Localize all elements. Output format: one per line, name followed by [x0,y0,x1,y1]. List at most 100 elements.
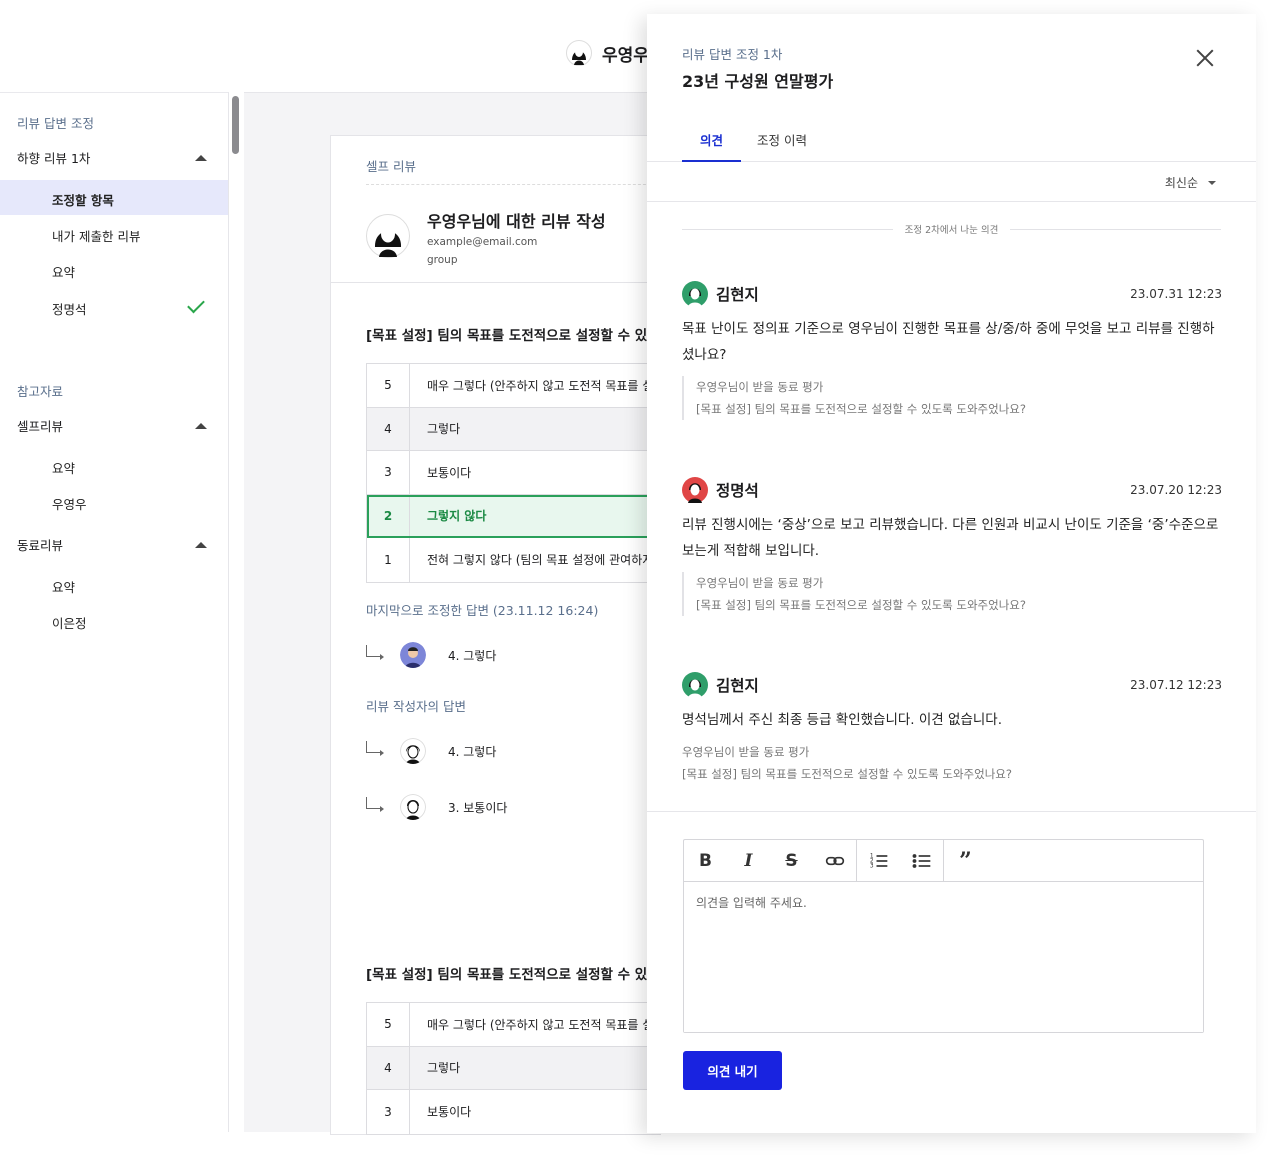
option-row[interactable]: 4 그렇다 [367,407,661,451]
option-row[interactable]: 5 매우 그렇다 (안주하지 않고 도전적 목표를 설 [367,1003,661,1047]
option-row-selected[interactable]: 2 그렇지 않다 [367,494,661,538]
top-user[interactable]: 우영우 [566,40,649,66]
close-icon[interactable] [1195,48,1215,68]
last-adjusted-answer: 4. 그렇다 [366,642,496,668]
top-user-name: 우영우 [602,45,649,66]
quote-icon[interactable]: ” [944,840,987,882]
sidebar-group-label: 하향 리뷰 1차 [17,151,91,166]
comment-author: 김현지 [716,286,759,304]
comment-quote: 우영우님이 받을 동료 평가 [목표 설정] 팀의 목표를 도전적으로 설정할 … [682,741,1222,785]
sidebar-item-person[interactable]: 정명석 [52,299,87,318]
option-row[interactable]: 1 전혀 그렇지 않다 (팀의 목표 설정에 관여하지 [367,538,661,582]
comment-editor-area: B I S 123 ” 의견을 입력해 주세요. 의견 내기 [647,811,1256,1133]
avatar [366,214,410,258]
review-title: 우영우님에 대한 리뷰 작성 [427,212,606,231]
comment-time: 23.07.31 12:23 [1130,287,1222,301]
sidebar-group-down-review[interactable]: 하향 리뷰 1차 [17,148,207,167]
sidebar-item-self-person[interactable]: 우영우 [52,494,87,513]
sidebar-item-peer-summary[interactable]: 요약 [52,577,75,596]
option-row[interactable]: 5 매우 그렇다 (안주하지 않고 도전적 목표를 설 [367,364,661,408]
reviewee-group: group [427,254,458,266]
option-text: 전혀 그렇지 않다 (팀의 목표 설정에 관여하지 [427,553,654,568]
option-number: 5 [367,1003,410,1046]
option-text: 매우 그렇다 (안주하지 않고 도전적 목표를 설 [427,1017,654,1032]
link-icon[interactable] [813,840,856,882]
chevron-up-icon [195,422,207,429]
option-number: 1 [367,538,410,582]
quote-line: [목표 설정] 팀의 목표를 도전적으로 설정할 수 있도록 도와주었나요? [682,767,1012,781]
sidebar-group-peer-review[interactable]: 동료리뷰 [17,535,207,554]
sidebar-item-summary[interactable]: 요약 [52,262,75,281]
main-content: 셀프 리뷰 우영우님에 대한 리뷰 작성 example@email.com g… [244,92,664,1135]
option-text: 매우 그렇다 (안주하지 않고 도전적 목표를 설 [427,378,654,393]
option-number: 3 [367,1090,410,1134]
submit-comment-button[interactable]: 의견 내기 [683,1051,782,1090]
question-title: [목표 설정] 팀의 목표를 도전적으로 설정할 수 있 [366,328,648,344]
divider [366,184,656,185]
caret-down-icon [1208,180,1216,185]
toolbar-group-block: ” [944,840,987,881]
avatar [400,794,426,820]
sidebar-item-adjust-target[interactable]: 조정할 항목 [52,190,114,209]
panel-title: 23년 구성원 연말평가 [682,72,834,91]
divider [1010,228,1222,230]
comment-time: 23.07.12 12:23 [1130,678,1222,692]
option-number: 4 [367,407,410,450]
quote-line: 우영우님이 받을 동료 평가 [696,576,824,590]
reply-arrow-icon [366,797,384,812]
option-text: 그렇다 [427,1061,461,1076]
reviewee-email: example@email.com [427,236,538,248]
tab-opinions[interactable]: 의견 [682,130,741,162]
strikethrough-icon[interactable]: S [770,840,813,882]
ordered-list-icon[interactable]: 123 [857,840,900,882]
bold-icon[interactable]: B [684,840,727,882]
quote-line: 우영우님이 받을 동료 평가 [682,745,810,759]
separator-text: 조정 2차에서 나눈 의견 [904,225,999,236]
comment-body: 목표 난이도 정의표 기준으로 영우님이 진행한 목표를 상/중/하 중에 무엇… [682,321,1215,363]
option-number: 3 [367,451,410,494]
sidebar-item-self-summary[interactable]: 요약 [52,458,75,477]
sidebar: 리뷰 답변 조정 하향 리뷰 1차 조정할 항목 내가 제출한 리뷰 요약 정명… [0,92,229,1132]
comment-input[interactable] [684,882,1203,1032]
scrollbar-thumb[interactable] [232,96,239,154]
tab-adjust-history[interactable]: 조정 이력 [757,130,807,149]
comment-author: 김현지 [716,677,759,695]
answer-text: 4. 그렇다 [448,648,497,663]
avatar [682,477,708,503]
sidebar-item-active-bg [0,180,228,215]
option-number: 5 [367,364,410,407]
sidebar-item-my-reviews[interactable]: 내가 제출한 리뷰 [52,226,140,245]
comment-body: 명석님께서 주신 최종 등급 확인했습니다. 이견 없습니다. [682,712,1002,728]
option-row[interactable]: 3 보통이다 [367,1090,661,1134]
sort-dropdown[interactable]: 최신순 [1165,174,1216,191]
divider [682,228,893,230]
avatar [400,738,426,764]
sidebar-item-peer-person[interactable]: 이은정 [52,613,87,632]
answer-text: 3. 보통이다 [448,800,508,815]
comment-quote: 우영우님이 받을 동료 평가 [목표 설정] 팀의 목표를 도전적으로 설정할 … [682,572,1222,616]
option-text: 보통이다 [427,1105,472,1120]
author-answer: 4. 그렇다 [366,738,496,764]
panel-tabs: 의견 조정 이력 [647,118,1256,162]
option-row[interactable]: 4 그렇다 [367,1046,661,1090]
sidebar-group-self-review[interactable]: 셀프리뷰 [17,416,207,435]
comment-item: 정명석 23.07.20 12:23 리뷰 진행시에는 ‘중상’으로 보고 리뷰… [682,476,1222,616]
sidebar-group-label: 동료리뷰 [17,538,64,553]
editor-toolbar: B I S 123 ” [684,840,1203,882]
divider [331,282,661,283]
avatar [682,281,708,307]
italic-icon[interactable]: I [727,840,770,882]
comment-item: 김현지 23.07.31 12:23 목표 난이도 정의표 기준으로 영우님이 … [682,280,1222,420]
avatar [682,672,708,698]
bullet-list-icon[interactable] [900,840,943,882]
option-row[interactable]: 3 보통이다 [367,451,661,495]
question-title: [목표 설정] 팀의 목표를 도전적으로 설정할 수 있 [366,967,648,983]
reply-arrow-icon [366,741,384,756]
comment-item: 김현지 23.07.12 12:23 명석님께서 주신 최종 등급 확인했습니다… [682,671,1222,785]
comment-quote: 우영우님이 받을 동료 평가 [목표 설정] 팀의 목표를 도전적으로 설정할 … [682,376,1222,420]
svg-text:3: 3 [869,864,873,870]
scrollbar-track[interactable] [230,92,242,1132]
sort-bar: 최신순 [647,162,1256,202]
quote-line: [목표 설정] 팀의 목표를 도전적으로 설정할 수 있도록 도와주었나요? [696,402,1026,416]
options-table: 5 매우 그렇다 (안주하지 않고 도전적 목표를 설 4 그렇다 3 보통이다 [366,1002,661,1135]
